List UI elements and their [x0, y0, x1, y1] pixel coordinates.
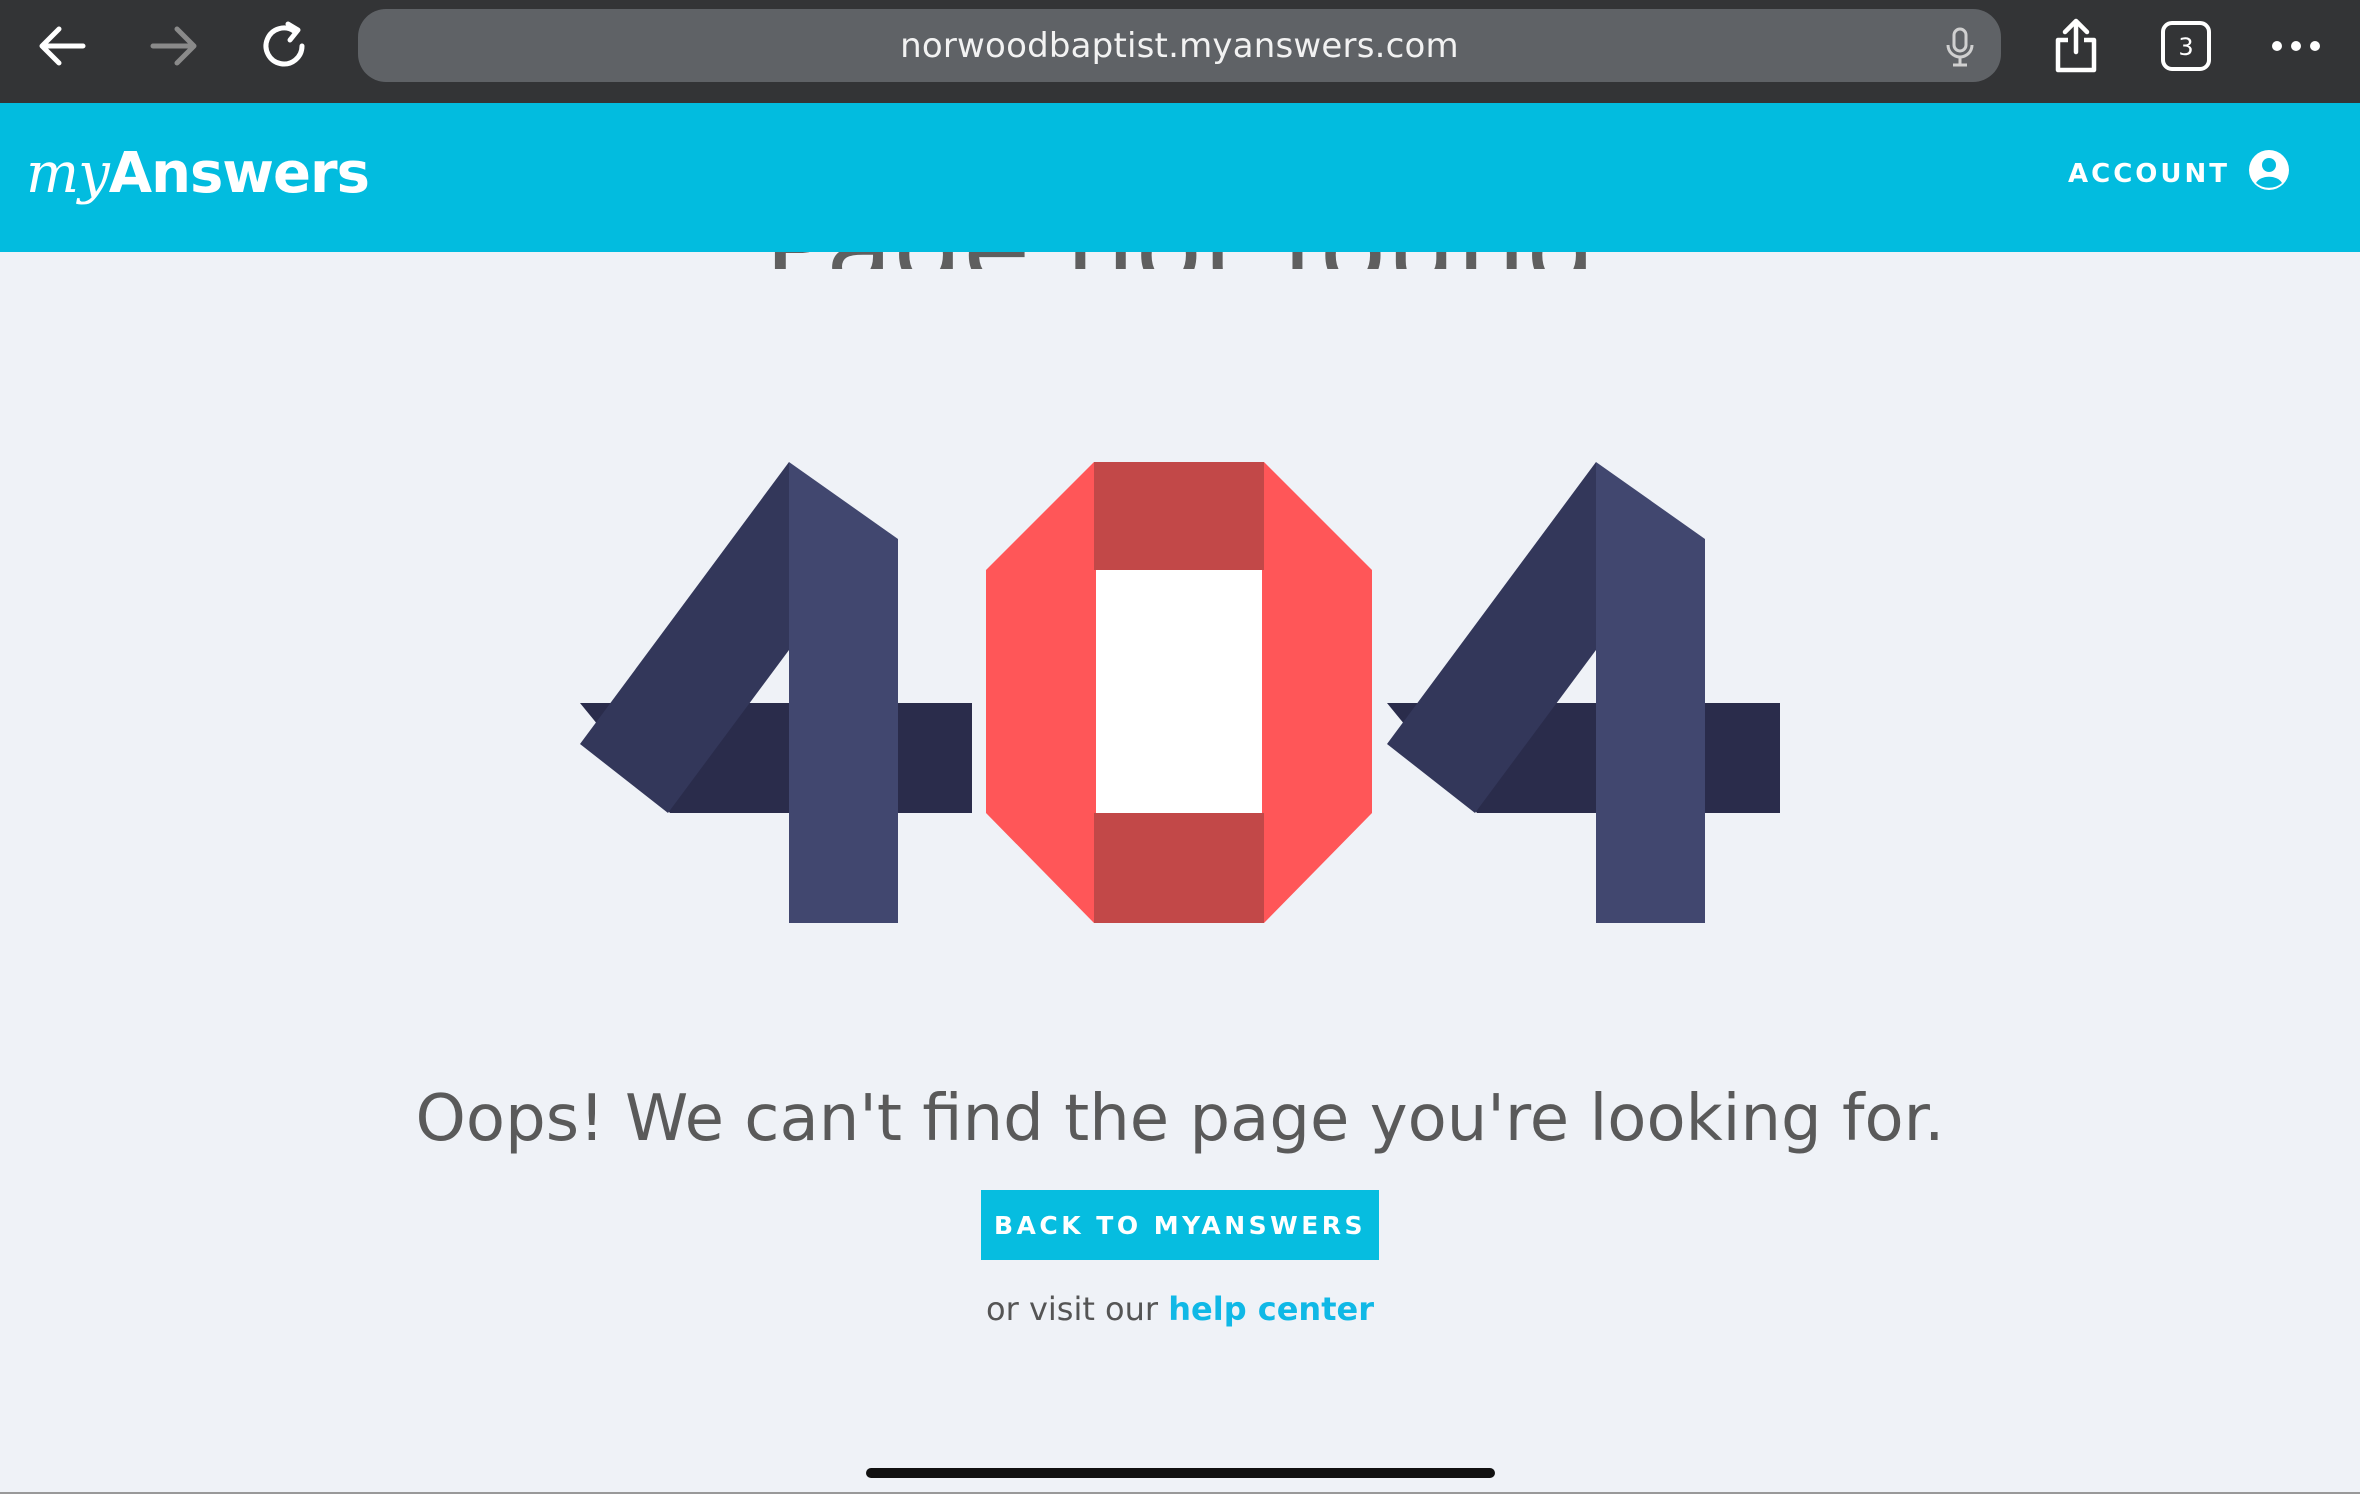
help-center-link[interactable]: help center: [1168, 1290, 1374, 1328]
error-message: Oops! We can't find the page you're look…: [415, 1082, 1945, 1156]
digit-four-left: [580, 462, 972, 923]
digit-four-right: [1387, 462, 1780, 923]
back-to-myanswers-button[interactable]: BACK TO MYANSWERS: [981, 1190, 1379, 1260]
help-line: or visit our help center: [0, 1290, 2360, 1328]
error-404-graphic: [580, 462, 1780, 923]
home-indicator[interactable]: [866, 1468, 1495, 1478]
help-prefix: or visit our: [986, 1290, 1159, 1328]
digit-zero: [986, 462, 1372, 923]
